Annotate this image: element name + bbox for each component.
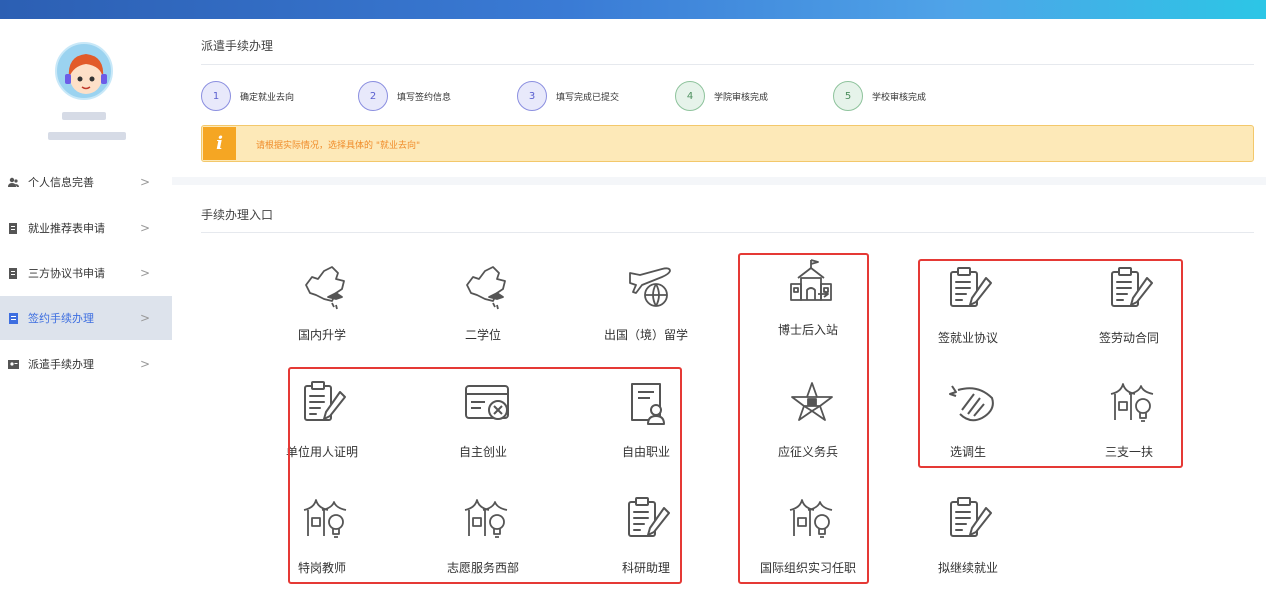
tile-self-employment[interactable]: 自主创业 <box>413 380 553 475</box>
tile-freelance[interactable]: 自由职业 <box>576 380 716 475</box>
tile-label: 特岗教师 <box>297 561 346 575</box>
divider <box>201 64 1254 65</box>
user-id-blurred <box>48 132 126 140</box>
tile-label: 二学位 <box>464 328 501 342</box>
tile-study-abroad[interactable]: 出国（境）留学 <box>576 263 716 358</box>
tile-continue-job-seeking[interactable]: 拟继续就业 <box>898 496 1038 591</box>
tile-label: 应征义务兵 <box>777 445 838 459</box>
id-card-icon <box>8 359 19 370</box>
clipboard-pen-icon <box>950 267 992 307</box>
sidebar-item-label: 签约手续办理 <box>28 312 94 325</box>
tile-military-service[interactable]: 应征义务兵 <box>738 380 878 475</box>
school-building-icon <box>790 259 832 301</box>
village-lightbulb-icon <box>464 499 508 538</box>
tile-label: 自主创业 <box>458 445 507 459</box>
step-number: 3 <box>517 81 547 111</box>
tile-volunteer-west[interactable]: 志愿服务西部 <box>413 496 553 591</box>
tile-domestic-further-study[interactable]: 国内升学 <box>252 263 392 358</box>
chevron-right-icon: > <box>140 266 151 280</box>
document-icon <box>8 222 19 234</box>
top-header-bar <box>0 0 1266 19</box>
tile-label: 选调生 <box>949 445 986 459</box>
alert-text: 请根据实际情况，选择具体的 "就业去向" <box>256 141 421 151</box>
step-label: 确定就业去向 <box>240 92 295 103</box>
airplane-globe-icon <box>629 267 671 307</box>
village-lightbulb-icon <box>789 499 833 538</box>
sidebar-item-personal-info[interactable]: 个人信息完善 > <box>0 160 172 204</box>
chevron-right-icon: > <box>140 357 151 371</box>
tile-label: 科研助理 <box>621 561 670 575</box>
sidebar-item-recommendation-form[interactable]: 就业推荐表申请 > <box>0 206 172 250</box>
step-2: 2 填写签约信息 <box>358 81 451 111</box>
users-icon <box>8 177 19 188</box>
entry-title: 手续办理入口 <box>201 208 274 222</box>
info-icon: i <box>203 127 236 160</box>
tile-label: 博士后入站 <box>777 323 838 337</box>
tile-research-assistant[interactable]: 科研助理 <box>576 496 716 591</box>
step-number: 4 <box>675 81 705 111</box>
card-tools-icon <box>465 385 509 420</box>
tile-label: 三支一扶 <box>1104 445 1153 459</box>
tile-label: 国际组织实习任职 <box>759 561 856 575</box>
tile-label: 出国（境）留学 <box>603 328 688 342</box>
sidebar: 个人信息完善 > 就业推荐表申请 > 三方协议书申请 > 签约手续办理 > 派遣… <box>0 19 172 616</box>
sidebar-item-label: 就业推荐表申请 <box>28 222 105 235</box>
china-map-graduation-icon <box>305 266 345 310</box>
username-blurred <box>62 112 106 120</box>
tile-label: 单位用人证明 <box>285 445 358 459</box>
sidebar-item-dispatch-procedures[interactable]: 派遣手续办理 > <box>0 342 172 386</box>
step-label: 填写签约信息 <box>397 92 452 103</box>
step-3: 3 填写完成已提交 <box>517 81 619 111</box>
document-icon <box>8 267 19 279</box>
profile-document-icon <box>631 383 665 425</box>
clipboard-pen-icon <box>1111 267 1153 307</box>
step-label: 学院审核完成 <box>714 92 769 103</box>
tile-label: 签就业协议 <box>937 331 998 345</box>
divider <box>201 232 1254 233</box>
step-number: 5 <box>833 81 863 111</box>
tile-special-post-teacher[interactable]: 特岗教师 <box>252 496 392 591</box>
step-4: 4 学院审核完成 <box>675 81 768 111</box>
tile-label: 国内升学 <box>297 328 346 342</box>
sidebar-item-signing-procedures[interactable]: 签约手续办理 > <box>0 296 172 340</box>
china-map-graduation-icon <box>466 266 506 310</box>
army-star-icon <box>791 382 833 421</box>
clipboard-pen-icon <box>304 381 346 421</box>
village-lightbulb-icon <box>1110 383 1154 422</box>
sidebar-item-label: 派遣手续办理 <box>28 358 94 371</box>
sidebar-item-tripartite-agreement[interactable]: 三方协议书申请 > <box>0 251 172 295</box>
step-label: 学校审核完成 <box>872 92 927 103</box>
chevron-right-icon: > <box>140 311 151 325</box>
step-number: 2 <box>358 81 388 111</box>
avatar-illustration <box>65 54 107 94</box>
tile-employer-certificate[interactable]: 单位用人证明 <box>252 380 392 475</box>
tile-selected-graduate[interactable]: 选调生 <box>898 380 1038 475</box>
tile-label: 签劳动合同 <box>1098 331 1159 345</box>
sidebar-item-label: 三方协议书申请 <box>28 267 105 280</box>
village-lightbulb-icon <box>303 499 347 538</box>
clipboard-pen-icon <box>628 497 670 537</box>
clipboard-pen-icon <box>950 497 992 537</box>
tile-employment-agreement[interactable]: 签就业协议 <box>898 266 1038 361</box>
step-label: 填写完成已提交 <box>556 92 620 103</box>
tile-second-degree[interactable]: 二学位 <box>413 263 553 358</box>
chevron-right-icon: > <box>140 221 151 235</box>
list-icon <box>8 312 19 324</box>
tile-label: 志愿服务西部 <box>446 561 519 575</box>
tile-label: 拟继续就业 <box>937 561 998 575</box>
tile-international-organization[interactable]: 国际组织实习任职 <box>738 496 878 591</box>
ribbon-emblem-icon <box>949 385 994 422</box>
step-number: 1 <box>201 81 231 111</box>
chevron-right-icon: > <box>140 175 151 189</box>
info-alert: i 请根据实际情况，选择具体的 "就业去向" <box>201 125 1254 162</box>
sidebar-item-label: 个人信息完善 <box>28 176 94 189</box>
process-title: 派遣手续办理 <box>201 39 274 53</box>
tile-three-supports[interactable]: 三支一扶 <box>1059 380 1199 475</box>
tile-postdoc[interactable]: 博士后入站 <box>738 258 878 353</box>
tile-label: 自由职业 <box>621 445 670 459</box>
avatar[interactable] <box>55 42 113 100</box>
step-5: 5 学校审核完成 <box>833 81 926 111</box>
step-1: 1 确定就业去向 <box>201 81 294 111</box>
tile-labor-contract[interactable]: 签劳动合同 <box>1059 266 1199 361</box>
